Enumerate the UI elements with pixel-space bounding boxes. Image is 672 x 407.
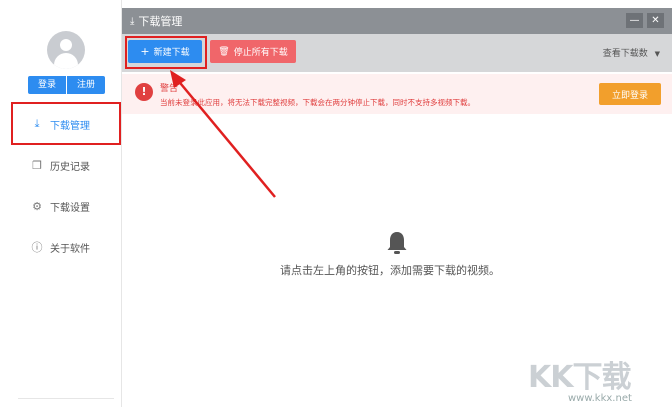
watermark-logo: KK下载 — [528, 360, 631, 395]
annotation-arrow — [170, 70, 276, 198]
watermark-url: www.kkx.net — [568, 393, 632, 404]
